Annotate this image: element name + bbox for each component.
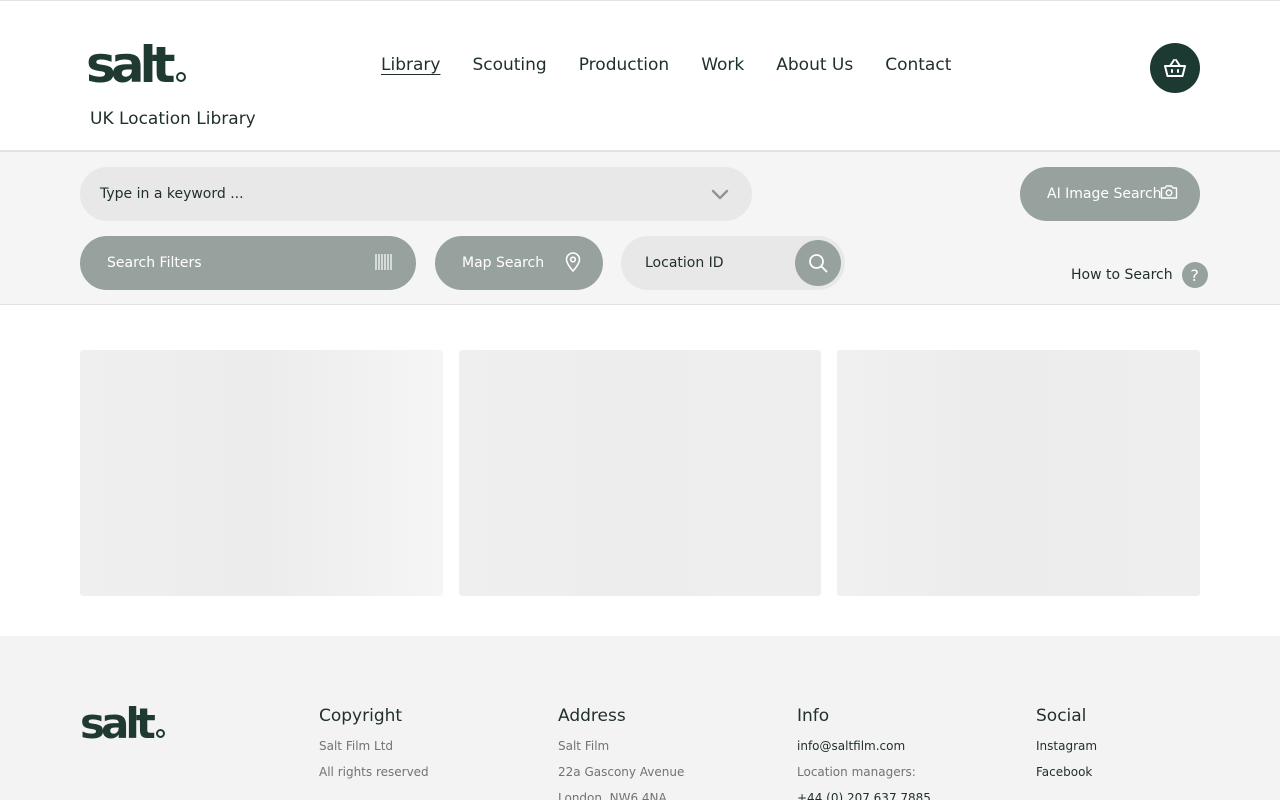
footer-copyright-title: Copyright	[319, 706, 403, 726]
site-subtitle: UK Location Library	[90, 109, 256, 129]
map-search-label: Map Search	[462, 255, 545, 271]
footer-managers-label: Location managers:	[797, 765, 916, 779]
logo-dot	[155, 729, 165, 738]
footer-copyright-line: Salt Film Ltd	[319, 739, 394, 753]
footer-address-line: 22a Gascony Avenue	[558, 765, 685, 779]
footer-address-line: London, NW6 4NA	[558, 791, 667, 800]
search-filters-label: Search Filters	[107, 255, 202, 271]
nav-about-us[interactable]: About Us	[776, 55, 853, 75]
salt-logo[interactable]: salt	[86, 39, 186, 91]
footer-email-link[interactable]: info@saltfilm.com	[797, 738, 931, 764]
ai-image-search-button[interactable]: AI Image Search	[1020, 167, 1200, 221]
footer-social: Social Instagram Facebook	[1036, 706, 1097, 790]
main-nav: Library Scouting Production Work About U…	[381, 55, 951, 75]
search-filters-button[interactable]: Search Filters	[80, 236, 416, 290]
search-panel: Type in a keyword ... AI Image Search Se…	[0, 152, 1280, 305]
chevron-down-icon[interactable]	[710, 184, 730, 204]
location-card-placeholder	[80, 350, 443, 596]
nav-contact[interactable]: Contact	[885, 55, 951, 75]
location-id-input[interactable]: Location ID	[621, 236, 845, 290]
nav-production[interactable]: Production	[579, 55, 669, 75]
location-search-button[interactable]	[795, 240, 841, 286]
camera-icon	[1160, 185, 1178, 199]
footer-salt-logo[interactable]: salt	[80, 702, 165, 746]
how-to-search-label: How to Search	[1071, 267, 1173, 283]
footer-info: Info info@saltfilm.com Location managers…	[797, 706, 931, 800]
basket-button[interactable]	[1150, 43, 1200, 93]
nav-work[interactable]: Work	[701, 55, 744, 75]
footer-copyright: Copyright Salt Film Ltd All rights reser…	[319, 706, 429, 790]
filters-barcode-icon	[375, 254, 392, 270]
site-header: salt UK Location Library Library Scoutin…	[0, 0, 1280, 152]
footer-info-title: Info	[797, 706, 830, 726]
logo-dot	[175, 72, 186, 82]
basket-icon	[1164, 59, 1186, 77]
footer-address: Address Salt Film 22a Gascony Avenue Lon…	[558, 706, 684, 800]
help-icon: ?	[1181, 262, 1208, 288]
footer-facebook-link[interactable]: Facebook	[1036, 764, 1097, 790]
location-card-placeholder	[459, 350, 821, 596]
nav-library[interactable]: Library	[381, 55, 440, 75]
search-icon	[809, 254, 828, 273]
footer-address-line: Salt Film	[558, 739, 610, 753]
footer-address-title: Address	[558, 706, 626, 726]
footer-phone-link[interactable]: +44 (0) 207 637 7885	[797, 790, 931, 800]
site-footer: salt Copyright Salt Film Ltd All rights …	[0, 636, 1280, 800]
ai-image-search-label: AI Image Search	[1047, 186, 1162, 202]
footer-social-title: Social	[1036, 706, 1087, 726]
map-pin-icon	[565, 252, 581, 272]
location-card-placeholder	[837, 350, 1200, 596]
map-search-button[interactable]: Map Search	[435, 236, 603, 290]
how-to-search-link[interactable]: How to Search ?	[1071, 262, 1208, 288]
location-id-placeholder: Location ID	[645, 255, 724, 271]
keyword-search-input[interactable]: Type in a keyword ...	[80, 167, 752, 221]
footer-instagram-link[interactable]: Instagram	[1036, 738, 1097, 764]
nav-scouting[interactable]: Scouting	[472, 55, 546, 75]
keyword-placeholder: Type in a keyword ...	[100, 186, 244, 202]
footer-copyright-line: All rights reserved	[319, 765, 429, 779]
